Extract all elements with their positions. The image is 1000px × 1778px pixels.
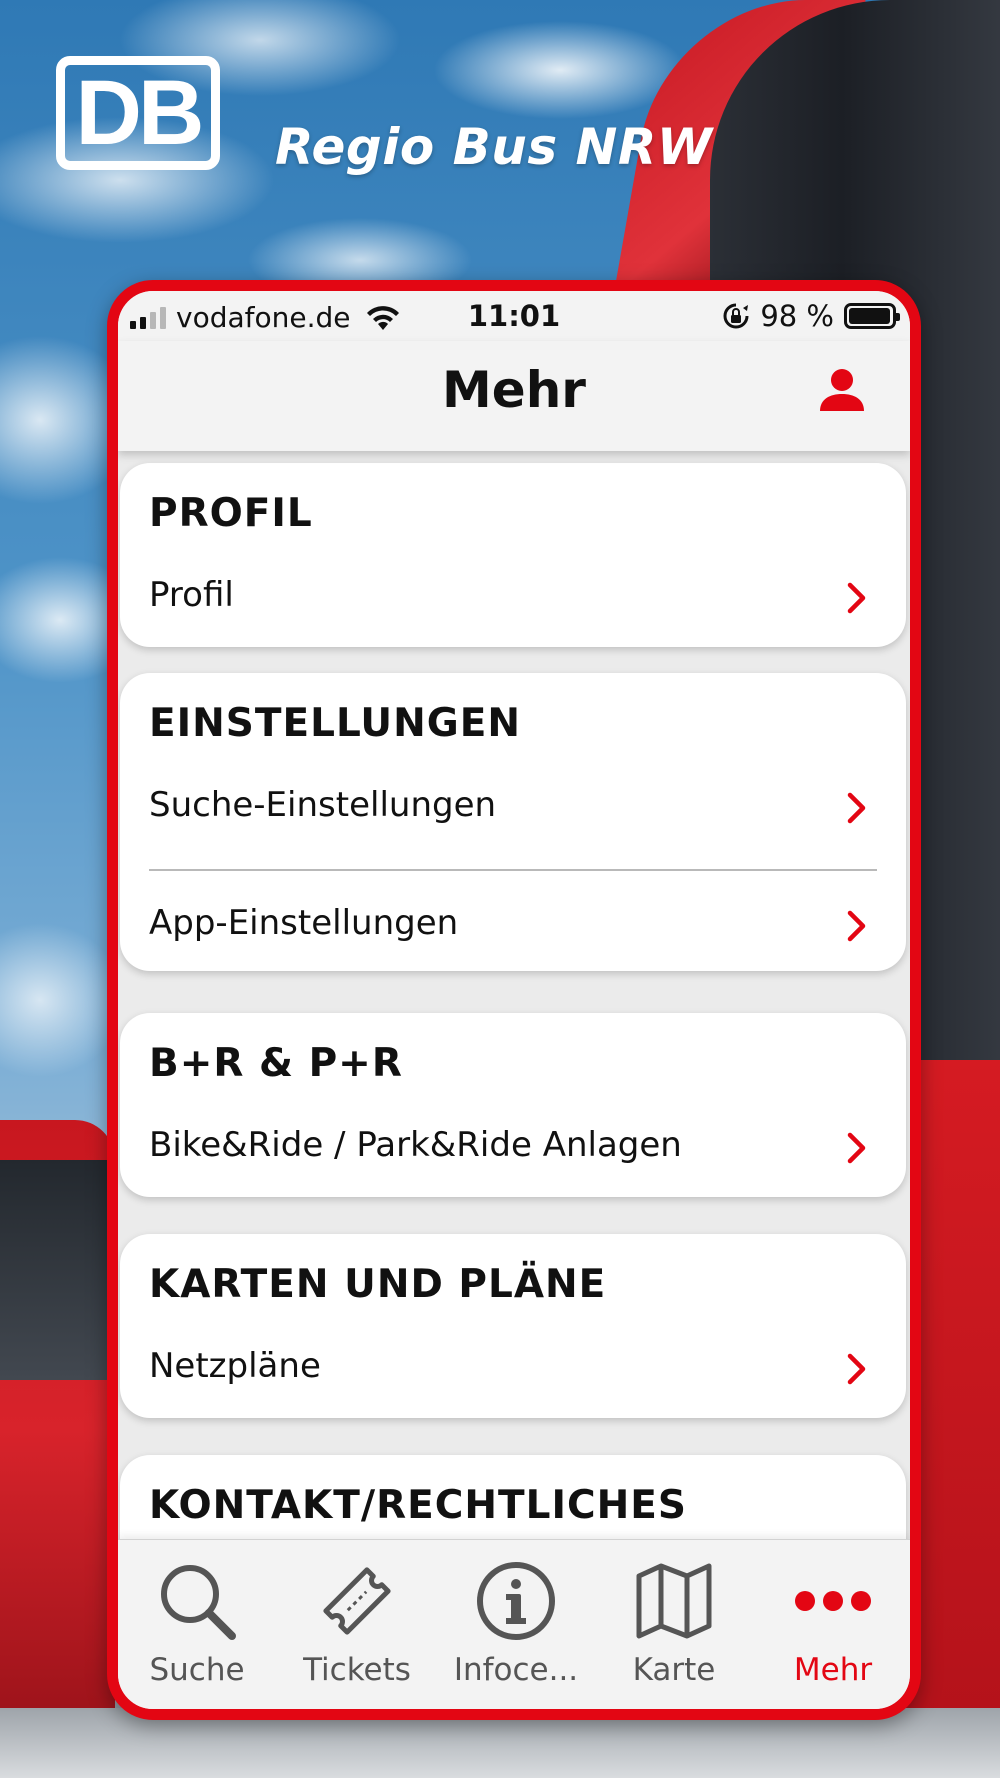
divider: [149, 869, 877, 871]
section-profil: PROFIL Profil: [120, 463, 906, 647]
tab-mehr[interactable]: Mehr: [758, 1558, 908, 1698]
section-einstellungen: EINSTELLUNGEN Suche-Einstellungen App-Ei…: [120, 673, 906, 971]
chevron-right-icon: [847, 1353, 866, 1385]
section-karten-plaene: KARTEN UND PLÄNE Netzpläne: [120, 1234, 906, 1418]
person-icon[interactable]: [814, 363, 870, 419]
more-icon: [795, 1591, 871, 1611]
tab-label: Mehr: [793, 1652, 873, 1688]
info-icon: [477, 1562, 555, 1640]
menu-item-label: Profil: [149, 575, 234, 615]
menu-list: PROFIL Profil EINSTELLUNGEN Suche-Einste…: [118, 451, 910, 1571]
section-title: KARTEN UND PLÄNE: [149, 1262, 607, 1307]
tab-label: Tickets: [303, 1652, 411, 1688]
menu-item-label: App-Einstellungen: [149, 903, 459, 943]
tab-karte[interactable]: Karte: [599, 1558, 749, 1698]
battery-level: [849, 308, 891, 324]
menu-item-profil[interactable]: Profil: [120, 553, 906, 643]
rotation-lock-icon: [723, 303, 749, 329]
tab-suche[interactable]: Suche: [122, 1558, 272, 1698]
section-bike-park-ride: B+R & P+R Bike&Ride / Park&Ride Anlagen: [120, 1013, 906, 1197]
tab-label: Suche: [149, 1652, 245, 1688]
menu-item-label: Bike&Ride / Park&Ride Anlagen: [149, 1125, 682, 1165]
menu-item-bike-park-ride[interactable]: Bike&Ride / Park&Ride Anlagen: [120, 1103, 906, 1193]
bus-left-window: [0, 1160, 110, 1380]
menu-item-netzplaene[interactable]: Netzpläne: [120, 1324, 906, 1414]
menu-item-label: Netzpläne: [149, 1346, 321, 1386]
battery-percent: 98 %: [760, 299, 834, 333]
page-title: Mehr: [442, 361, 586, 419]
db-logo: DB: [56, 56, 220, 170]
section-title: EINSTELLUNGEN: [149, 701, 522, 746]
battery-icon: [844, 303, 900, 329]
chevron-right-icon: [847, 910, 866, 942]
chevron-right-icon: [847, 1132, 866, 1164]
db-logo-text: DB: [75, 62, 205, 164]
brand-title: Regio Bus NRW: [275, 118, 713, 176]
menu-item-suche-einstellungen[interactable]: Suche-Einstellungen: [120, 763, 906, 853]
tab-label: Infoce...: [453, 1652, 579, 1688]
phone-screen: vodafone.de 11:01 98 % Mehr PROFIL Profi…: [107, 280, 921, 1720]
tab-bar: Suche Tickets Infoce... Karte Mehr: [118, 1539, 910, 1709]
nav-bar: Mehr: [118, 341, 910, 451]
tab-infocenter[interactable]: Infoce...: [441, 1558, 591, 1698]
ticket-icon: [323, 1567, 391, 1635]
status-bar: vodafone.de 11:01 98 %: [118, 291, 910, 341]
menu-item-label: Suche-Einstellungen: [149, 785, 497, 825]
section-title: PROFIL: [149, 491, 313, 536]
section-title: KONTAKT/RECHTLICHES: [149, 1483, 687, 1528]
map-icon: [636, 1563, 712, 1639]
tab-label: Karte: [632, 1652, 716, 1688]
section-title: B+R & P+R: [149, 1041, 403, 1086]
chevron-right-icon: [847, 582, 866, 614]
chevron-right-icon: [847, 792, 866, 824]
search-icon: [161, 1565, 236, 1640]
tab-tickets[interactable]: Tickets: [282, 1558, 432, 1698]
menu-item-app-einstellungen[interactable]: App-Einstellungen: [120, 881, 906, 971]
